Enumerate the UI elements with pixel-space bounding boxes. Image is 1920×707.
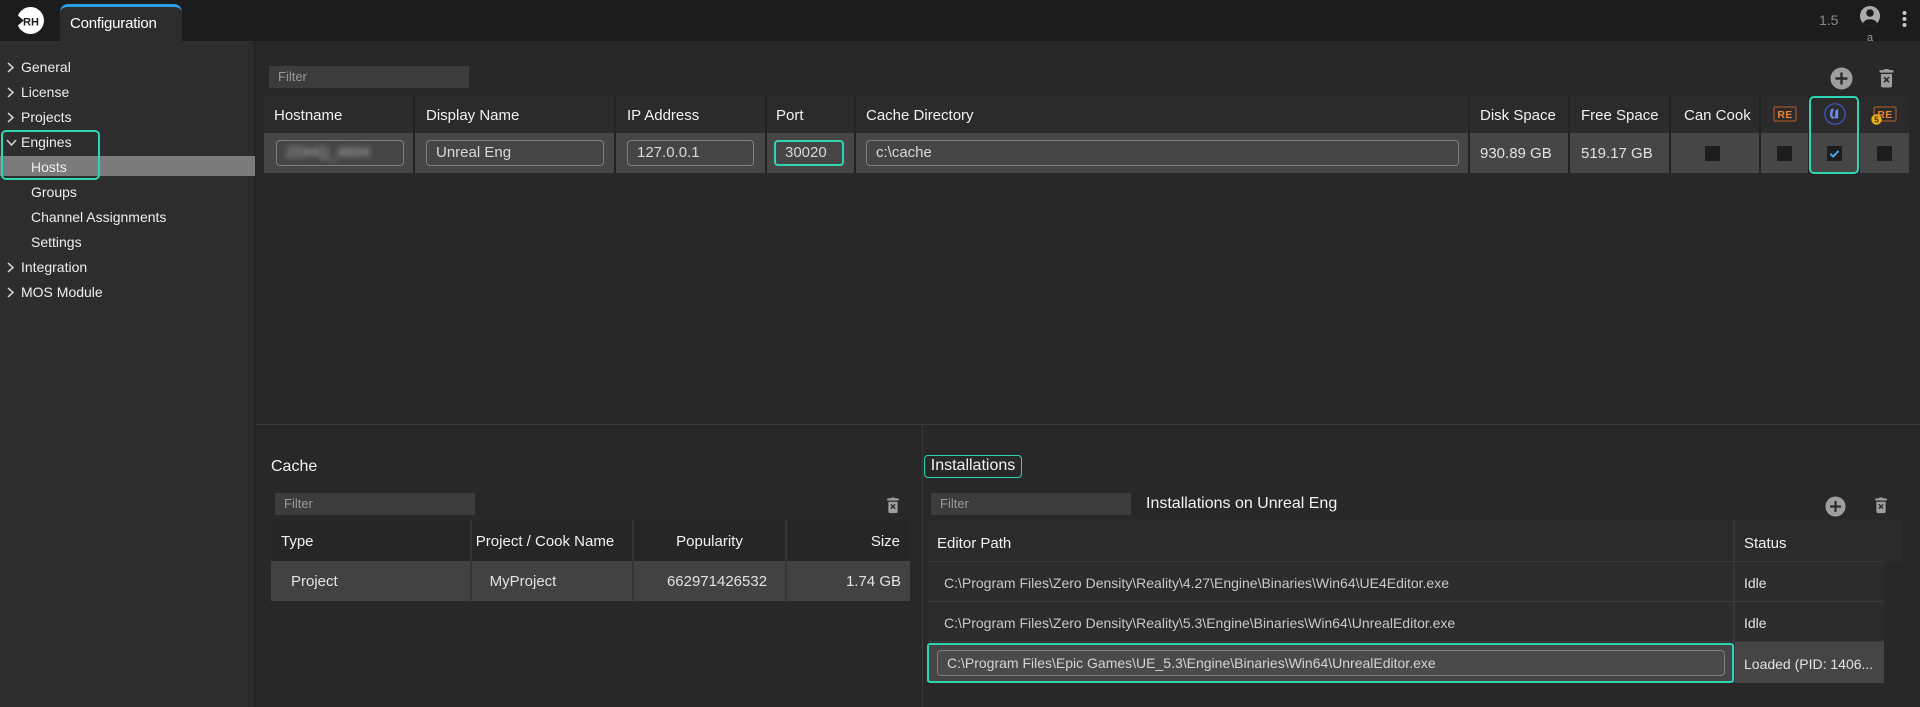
svg-text:RH: RH — [23, 17, 39, 29]
svg-text:RE: RE — [1777, 109, 1792, 121]
svg-text:5: 5 — [1874, 115, 1879, 125]
svg-text:a: a — [1867, 32, 1874, 43]
